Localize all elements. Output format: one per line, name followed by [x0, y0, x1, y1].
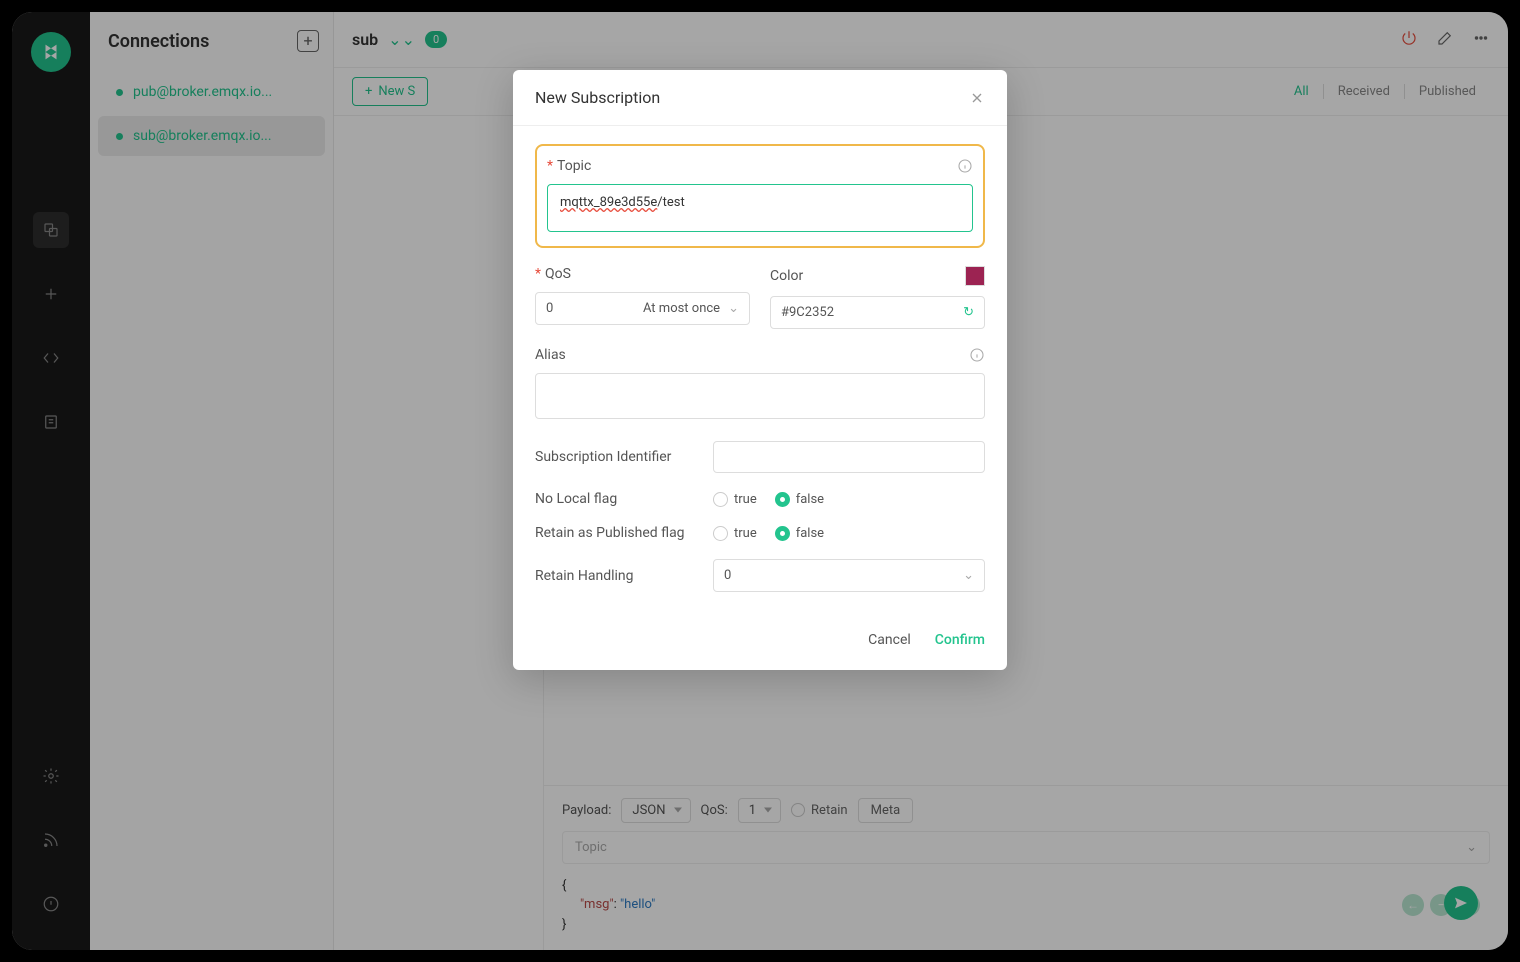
retain-pub-label: Retain as Published flag: [535, 525, 695, 541]
chevron-down-icon: ⌄: [963, 568, 974, 583]
sub-id-input[interactable]: [713, 441, 985, 473]
color-swatch[interactable]: [965, 266, 985, 286]
no-local-false[interactable]: false: [775, 492, 824, 507]
retain-pub-false[interactable]: false: [775, 526, 824, 541]
dialog-title: New Subscription: [535, 88, 660, 107]
info-icon[interactable]: [969, 347, 985, 363]
qos-select[interactable]: 0 At most once⌄: [535, 292, 750, 325]
no-local-true[interactable]: true: [713, 492, 757, 507]
topic-label: Topic: [557, 158, 591, 174]
topic-input[interactable]: mqttx_89e3d55e/test: [547, 184, 973, 232]
retain-handling-select[interactable]: 0 ⌄: [713, 559, 985, 592]
topic-field-highlight: *Topic mqttx_89e3d55e/test: [535, 144, 985, 248]
alias-input[interactable]: [535, 373, 985, 419]
retain-handling-label: Retain Handling: [535, 568, 695, 584]
color-label: Color: [770, 268, 803, 284]
close-icon[interactable]: [969, 90, 985, 106]
modal-overlay[interactable]: New Subscription *Topic mqttx_89e3d55e/t…: [0, 0, 1520, 962]
alias-label: Alias: [535, 347, 566, 363]
confirm-button[interactable]: Confirm: [935, 632, 985, 648]
no-local-label: No Local flag: [535, 491, 695, 507]
chevron-down-icon: ⌄: [728, 301, 739, 316]
refresh-color-icon[interactable]: ↻: [963, 305, 974, 320]
qos-label: QoS: [545, 266, 571, 282]
sub-id-label: Subscription Identifier: [535, 449, 695, 465]
color-input[interactable]: #9C2352 ↻: [770, 296, 985, 329]
new-subscription-dialog: New Subscription *Topic mqttx_89e3d55e/t…: [513, 70, 1007, 670]
retain-pub-true[interactable]: true: [713, 526, 757, 541]
cancel-button[interactable]: Cancel: [868, 632, 911, 648]
info-icon[interactable]: [957, 158, 973, 174]
